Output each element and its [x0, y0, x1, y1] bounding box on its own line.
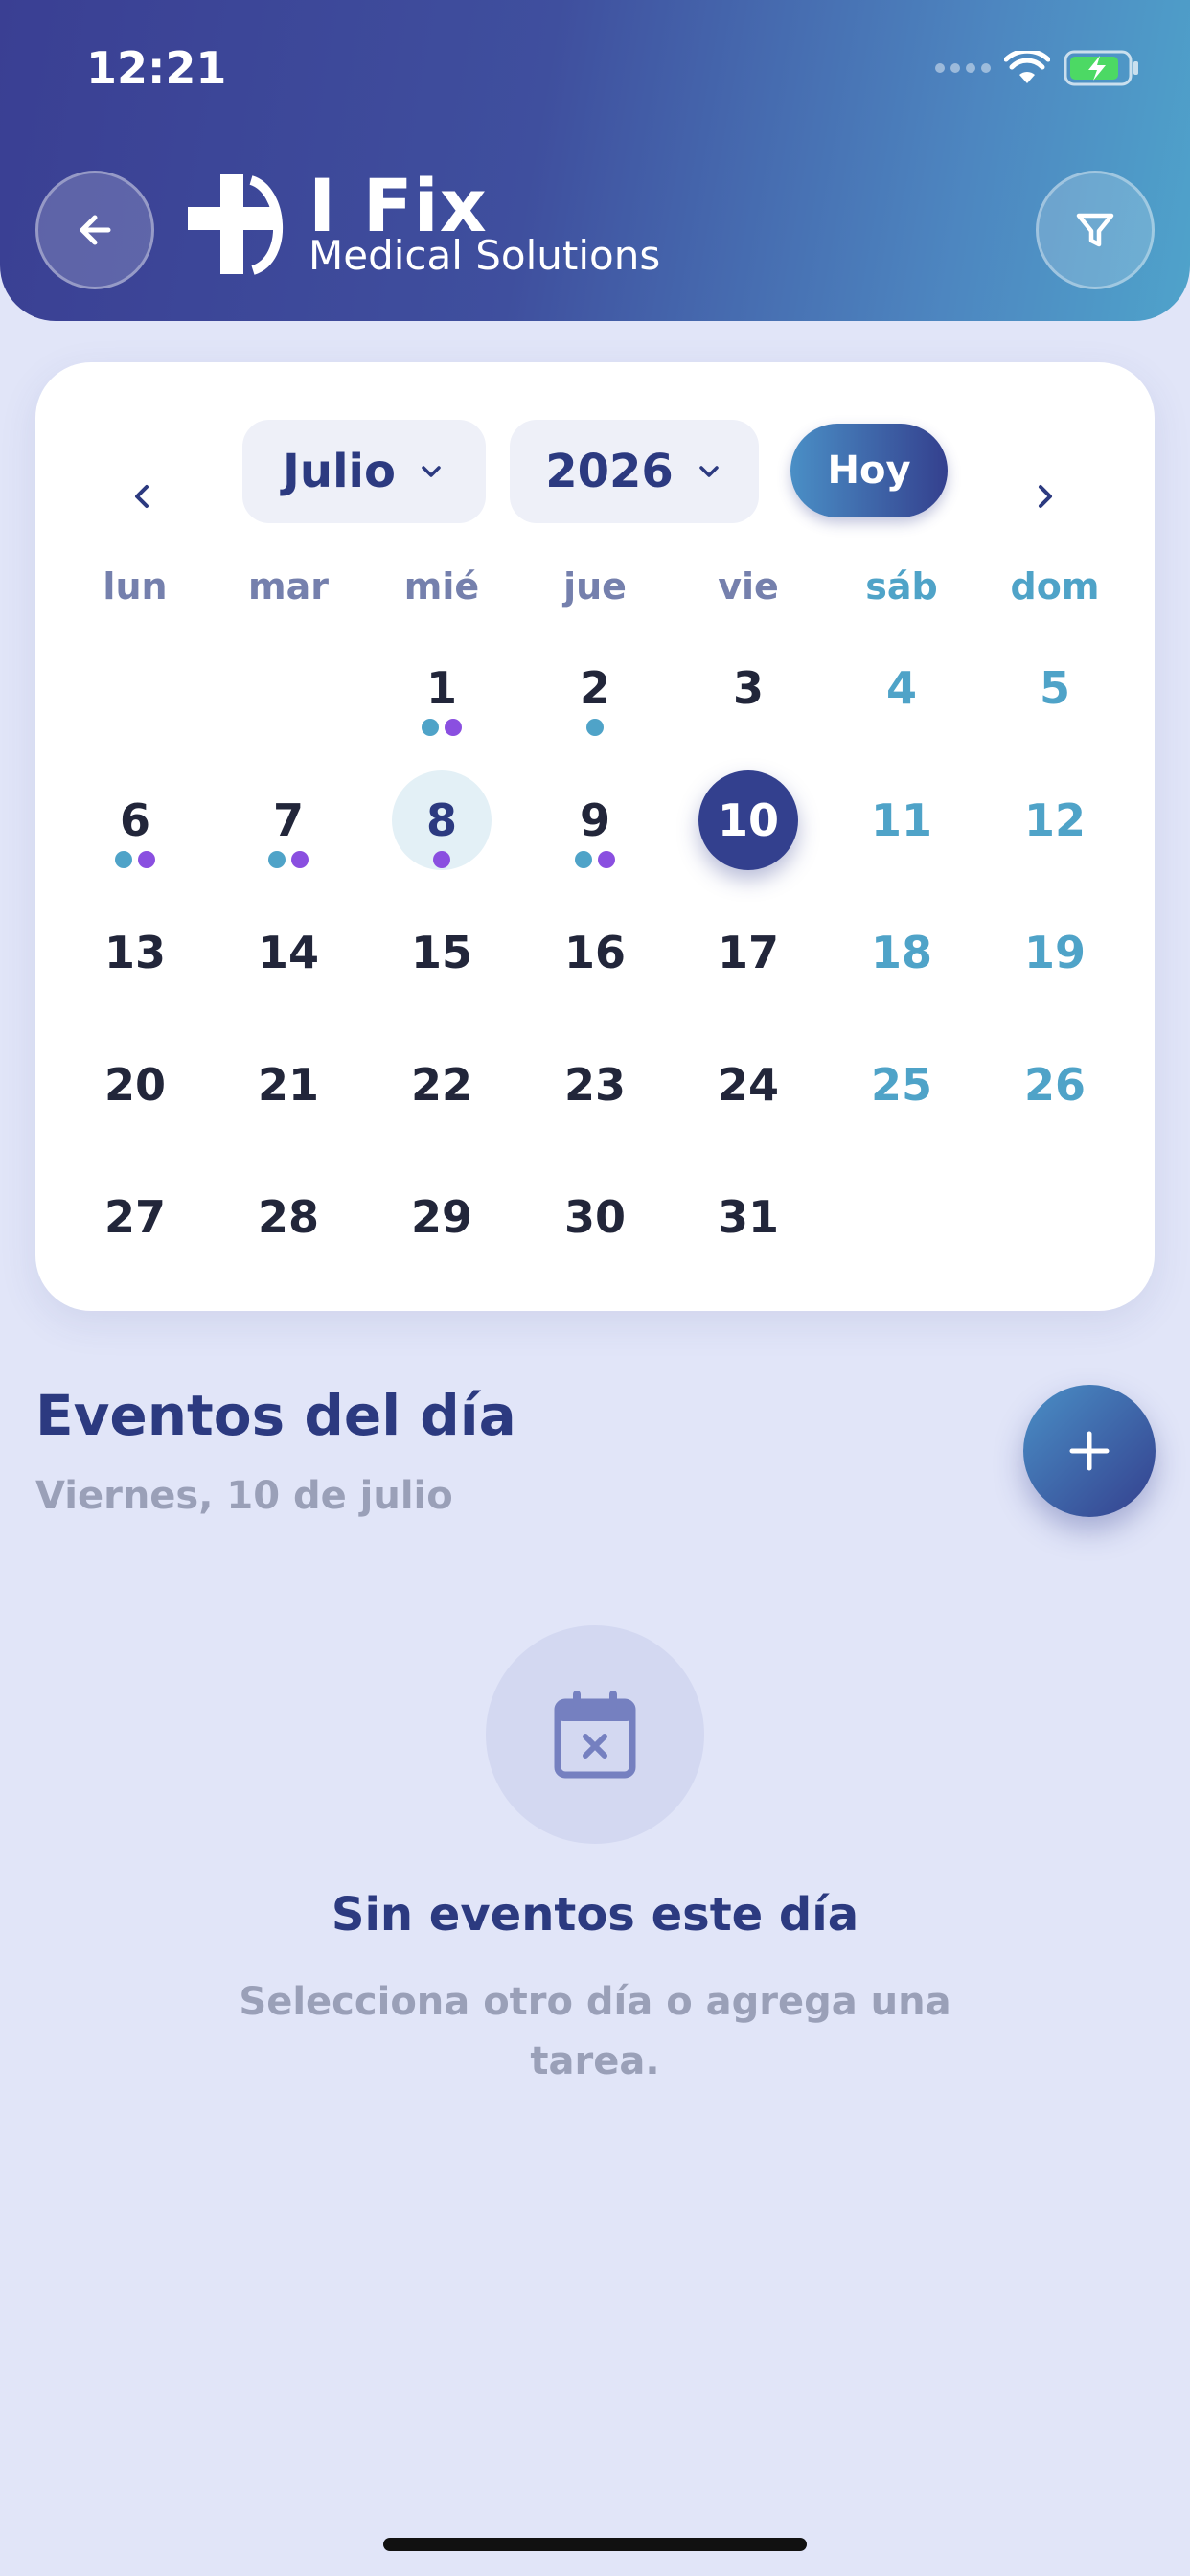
next-month-button[interactable]	[1006, 458, 1083, 535]
calendar-day[interactable]: 29	[392, 1167, 492, 1267]
event-indicator-dots	[422, 719, 462, 736]
calendar-day[interactable]: 10	[698, 770, 798, 870]
calendar-day[interactable]: 31	[698, 1167, 798, 1267]
logo-subtitle: Medical Solutions	[309, 232, 661, 279]
event-indicator-dots	[575, 851, 615, 868]
empty-state-subtitle: Selecciona otro día o agrega una tarea.	[239, 1980, 951, 2083]
medical-cross-logo-icon	[188, 174, 284, 275]
calendar-day[interactable]: 30	[545, 1167, 645, 1267]
calendar-day[interactable]: 19	[1005, 903, 1105, 1002]
event-dot	[422, 719, 439, 736]
home-indicator	[383, 2538, 807, 2551]
event-indicator-dots	[115, 851, 155, 868]
arrow-left-icon	[80, 215, 111, 245]
event-indicator-dots	[433, 851, 450, 868]
weekday-label: dom	[1010, 565, 1100, 608]
filter-button[interactable]	[1036, 171, 1155, 289]
month-selector[interactable]: Julio	[242, 420, 486, 523]
calendar-day[interactable]: 15	[392, 903, 492, 1002]
wifi-icon	[1004, 51, 1050, 83]
calendar-day[interactable]: 17	[698, 903, 798, 1002]
weekday-label: sáb	[865, 565, 938, 608]
filter-icon	[1076, 213, 1114, 247]
calendar-day[interactable]: 18	[852, 903, 951, 1002]
calendar-day[interactable]: 26	[1005, 1035, 1105, 1135]
calendar-day[interactable]: 3	[698, 638, 798, 738]
calendar-day[interactable]: 20	[85, 1035, 185, 1135]
calendar-remove-icon	[554, 1690, 636, 1779]
logo-title: I Fix	[309, 163, 488, 248]
calendar-day[interactable]: 22	[392, 1035, 492, 1135]
chevron-down-icon	[422, 466, 441, 477]
chevron-down-icon	[699, 466, 719, 477]
brand-logo: I Fix Medical Solutions	[184, 163, 661, 279]
event-dot	[575, 851, 592, 868]
weekday-label: mié	[403, 565, 480, 608]
cellular-signal-icon	[935, 63, 991, 73]
calendar-day[interactable]: 21	[239, 1035, 338, 1135]
event-dot	[291, 851, 309, 868]
calendar-day[interactable]: 23	[545, 1035, 645, 1135]
weekday-label: vie	[718, 565, 779, 608]
calendar-day[interactable]: 28	[239, 1167, 338, 1267]
empty-state-title: Sin eventos este día	[331, 1888, 859, 1942]
event-dot	[268, 851, 286, 868]
month-label: Julio	[283, 445, 396, 498]
calendar-day[interactable]: 4	[852, 638, 951, 738]
weekday-label: jue	[563, 565, 627, 608]
calendar-day[interactable]: 11	[852, 770, 951, 870]
event-dot	[445, 719, 462, 736]
empty-state-illustration	[486, 1625, 704, 1844]
calendar-day[interactable]: 13	[85, 903, 185, 1002]
weekday-label: mar	[248, 565, 329, 608]
calendar-day[interactable]: 16	[545, 903, 645, 1002]
event-indicator-dots	[586, 719, 604, 736]
status-icons	[935, 50, 1140, 86]
today-button[interactable]: Hoy	[790, 424, 948, 518]
events-title: Eventos del día	[35, 1383, 516, 1448]
app-header: 12:21 I Fix Medical Solutions	[0, 0, 1190, 321]
back-button[interactable]	[35, 171, 154, 289]
calendar-day[interactable]: 12	[1005, 770, 1105, 870]
year-selector[interactable]: 2026	[510, 420, 759, 523]
chevron-right-icon	[1039, 485, 1052, 508]
add-event-button[interactable]	[1023, 1385, 1156, 1517]
events-date: Viernes, 10 de julio	[35, 1474, 453, 1518]
prev-month-button[interactable]	[104, 458, 181, 535]
calendar-day[interactable]: 24	[698, 1035, 798, 1135]
event-dot	[586, 719, 604, 736]
plus-icon	[1069, 1431, 1110, 1471]
event-dot	[598, 851, 615, 868]
battery-charging-icon	[1064, 50, 1138, 86]
calendar-card: Julio 2026 Hoy lun mar mié jue vie sáb dom 123…	[35, 362, 1155, 1311]
event-dot	[138, 851, 155, 868]
calendar-day[interactable]: 5	[1005, 638, 1105, 738]
status-time: 12:21	[86, 42, 227, 94]
calendar-day[interactable]: 27	[85, 1167, 185, 1267]
event-indicator-dots	[268, 851, 309, 868]
calendar-day[interactable]: 25	[852, 1035, 951, 1135]
calendar-day[interactable]: 14	[239, 903, 338, 1002]
event-dot	[433, 851, 450, 868]
year-label: 2026	[545, 445, 674, 498]
weekday-label: lun	[103, 565, 168, 608]
event-dot	[115, 851, 132, 868]
chevron-left-icon	[135, 485, 149, 508]
